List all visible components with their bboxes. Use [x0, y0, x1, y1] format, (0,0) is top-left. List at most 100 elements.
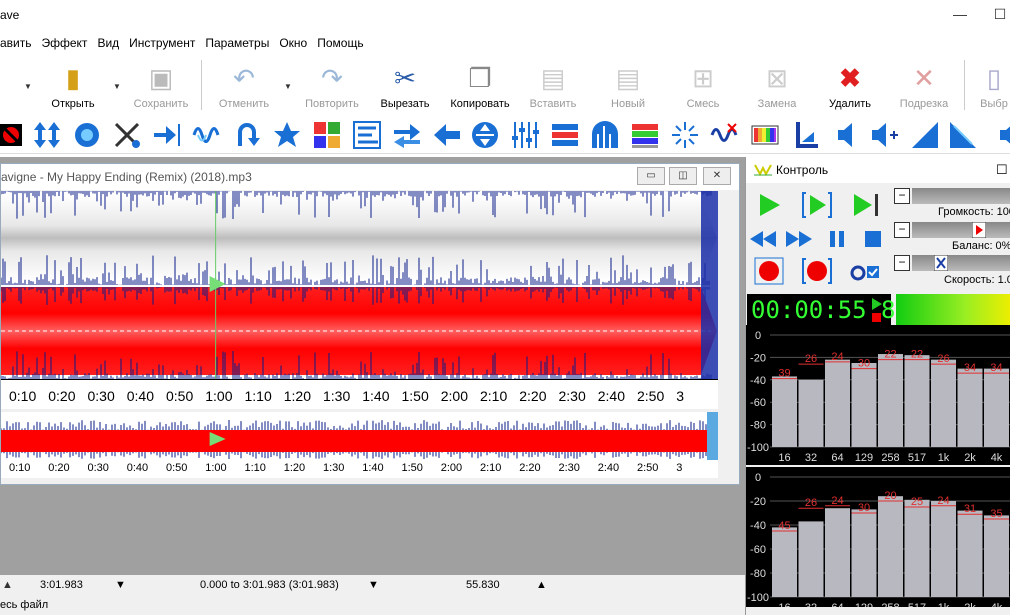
spectrum-x-label: 16 — [778, 602, 790, 607]
spectrum-y-tick: -20 — [750, 496, 766, 508]
open-label: Открыть — [51, 98, 95, 110]
doc-minimize-button[interactable]: ▭ — [637, 167, 665, 185]
stop-icon[interactable] — [858, 225, 888, 253]
status-left-arrow[interactable]: ▲ — [2, 579, 13, 591]
click-removal-icon[interactable] — [670, 120, 700, 150]
mix-button[interactable]: ⊞ Смесь — [678, 58, 728, 112]
play-icon[interactable] — [754, 191, 784, 219]
stop-record-icon[interactable] — [0, 120, 30, 150]
redo-button[interactable]: ↷ Повторить — [300, 58, 364, 112]
menu-help[interactable]: Помощь — [312, 34, 368, 54]
open-dropdown-icon[interactable]: ▼ — [113, 82, 121, 91]
menu-tools[interactable]: Инструмент — [124, 34, 200, 54]
normalize-icon[interactable] — [32, 120, 62, 150]
overview-canvas[interactable] — [1, 412, 718, 460]
balance-minus-icon[interactable]: − — [894, 222, 910, 238]
overview-ruler[interactable]: 0:10 0:20 0:30 0:40 0:50 1:00 1:10 1:20 1:30 1:40… — [1, 460, 718, 478]
time-tick-label: 2:20 — [519, 388, 547, 404]
menu-view[interactable]: Вид — [92, 34, 124, 54]
spectrum-top: 0 -20 -40 -60 -80 -100 39 16 26 32 24 64 30 129 22 258 2… — [746, 325, 1010, 465]
time-tick-label: 1:30 — [323, 462, 345, 474]
fast-forward-icon[interactable] — [784, 225, 814, 253]
new-button[interactable]: ▤ Новый — [603, 58, 653, 112]
move-left-icon[interactable] — [432, 120, 462, 150]
play-loop-icon[interactable] — [802, 191, 832, 219]
spectrum-x-label: 129 — [855, 452, 873, 464]
delete-button[interactable]: ✖ Удалить — [822, 58, 878, 112]
stretch-icon[interactable] — [352, 120, 382, 150]
length-dropdown-icon[interactable]: ▼ — [115, 579, 126, 591]
menu-effect[interactable]: Эффект — [37, 34, 93, 54]
echo-icon[interactable] — [192, 120, 222, 150]
speed-track[interactable] — [912, 255, 1010, 271]
open-button[interactable]: ▮ Открыть — [46, 58, 100, 112]
time-tick-label: 2:50 — [637, 462, 659, 474]
play-to-end-icon[interactable] — [850, 191, 880, 219]
reverse-icon[interactable] — [232, 120, 262, 150]
cut-button[interactable]: ✂ Вырезать — [376, 58, 434, 112]
speed-thumb-icon[interactable] — [934, 255, 948, 271]
undo-button[interactable]: ↶ Отменить — [212, 58, 276, 112]
waveform-main[interactable] — [1, 191, 718, 379]
replace-button[interactable]: ⊠ Замена — [752, 58, 802, 112]
speaker-icon[interactable] — [832, 120, 862, 150]
record-icon[interactable] — [754, 257, 784, 285]
balance-slider[interactable]: − — [894, 222, 1010, 238]
speed-minus-icon[interactable]: − — [894, 255, 910, 271]
distortion-icon[interactable] — [272, 120, 302, 150]
time-ruler[interactable]: 0:10 0:20 0:30 0:40 0:50 1:00 1:10 1:20 1:30 1:40… — [1, 379, 718, 409]
declick-icon[interactable] — [710, 120, 740, 150]
speed-slider[interactable]: − — [894, 255, 1010, 271]
record-options-icon[interactable] — [850, 257, 880, 285]
position-arrow-icon[interactable]: ▲ — [536, 579, 547, 591]
fade-out-icon[interactable] — [948, 120, 978, 150]
invert-icon[interactable] — [312, 120, 342, 150]
swap-channels-icon[interactable] — [392, 120, 422, 150]
pause-icon[interactable] — [822, 225, 852, 253]
balance-thumb-icon[interactable] — [972, 222, 986, 238]
spectrum-icon[interactable] — [630, 120, 660, 150]
copy-button[interactable]: ❐ Копировать — [446, 58, 514, 112]
waveform-canvas[interactable] — [1, 191, 718, 379]
compressor-icon[interactable] — [550, 120, 580, 150]
balance-track[interactable] — [912, 222, 1010, 238]
save-button[interactable]: ▣ Сохранить — [128, 58, 194, 112]
equalizer-icon[interactable] — [510, 120, 540, 150]
select-button[interactable]: ▯ Выбр — [978, 58, 1010, 112]
doc-restore-button[interactable]: ◫ — [669, 167, 697, 185]
spectrum-bar — [931, 359, 956, 447]
amplify-icon[interactable] — [72, 120, 102, 150]
paste-button[interactable]: ▤ Вставить — [525, 58, 581, 112]
fade-icon[interactable] — [590, 120, 620, 150]
time-tick-label: 2:50 — [637, 388, 665, 404]
undo-dropdown-icon[interactable]: ▼ — [284, 82, 292, 91]
color-bars-icon[interactable] — [750, 120, 780, 150]
menu-options[interactable]: Параметры — [200, 34, 274, 54]
center-icon[interactable] — [470, 120, 500, 150]
speaker-down-icon[interactable] — [988, 120, 1010, 150]
maximize-icon[interactable]: ☐ — [990, 4, 1010, 24]
doc-close-button[interactable]: ✕ — [703, 167, 731, 185]
control-maximize-icon[interactable]: ☐ — [996, 157, 1008, 183]
spectrum-peak-label: 34 — [990, 362, 1002, 374]
minimize-icon[interactable]: — — [950, 4, 970, 24]
trim-button[interactable]: ✕ Подрезка — [894, 58, 954, 112]
waveform-overview[interactable] — [1, 412, 718, 460]
status-position: 55.830 — [466, 579, 500, 591]
noise-reduction-icon[interactable] — [112, 120, 142, 150]
volume-slider[interactable]: − — [894, 188, 1010, 204]
menu-edit[interactable]: авить — [0, 34, 37, 54]
speaker-plus-icon[interactable] — [870, 120, 900, 150]
menu-window[interactable]: Окно — [274, 34, 312, 54]
spectrum-peak-label: 31 — [964, 503, 976, 515]
insert-silence-icon[interactable] — [152, 120, 182, 150]
volume-track[interactable] — [912, 188, 1010, 204]
time-display: 00:00:55.8 — [747, 294, 896, 326]
selection-dropdown-icon[interactable]: ▼ — [368, 579, 379, 591]
fade-in-icon[interactable] — [910, 120, 940, 150]
new-dropdown-icon[interactable]: ▼ — [24, 82, 32, 91]
low-pass-icon[interactable] — [792, 120, 822, 150]
volume-minus-icon[interactable]: − — [894, 188, 910, 204]
record-loop-icon[interactable] — [802, 257, 832, 285]
rewind-icon[interactable] — [748, 225, 778, 253]
